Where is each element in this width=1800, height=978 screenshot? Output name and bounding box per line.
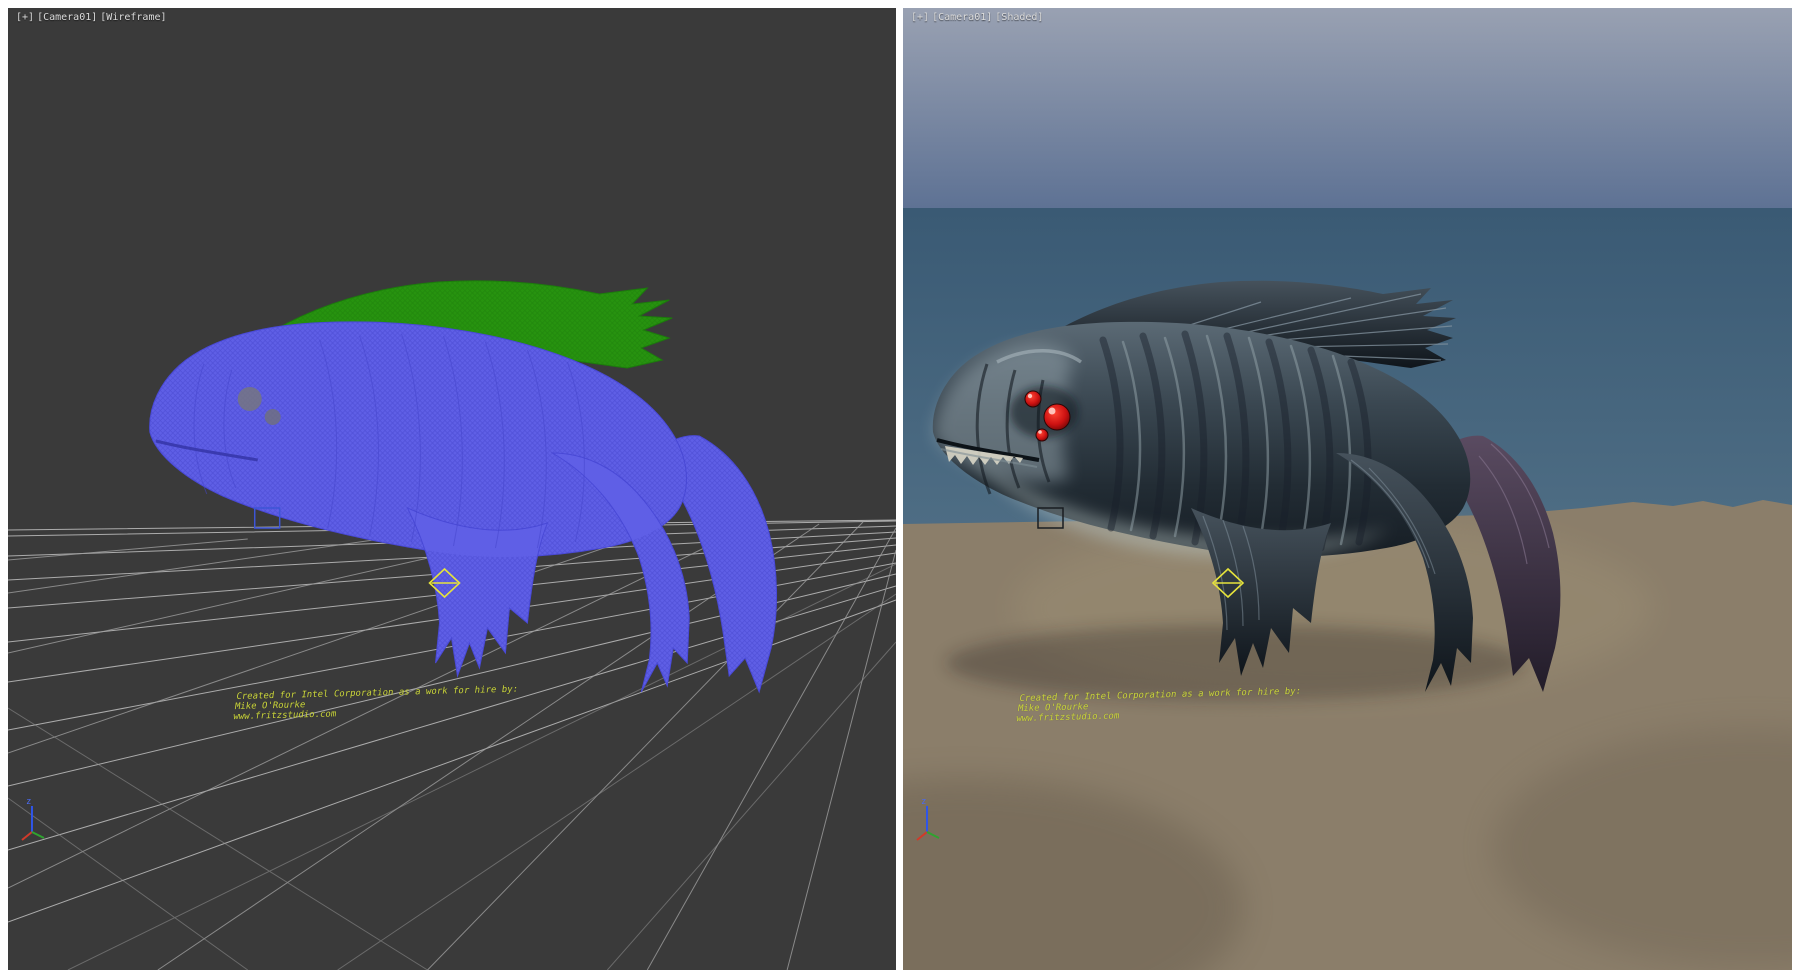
fish-eye-small bbox=[1036, 429, 1048, 441]
fish-eye-large-specular bbox=[1049, 408, 1056, 415]
viewport-menu-shading[interactable]: [Wireframe] bbox=[100, 12, 166, 23]
viewport-canvas-wireframe[interactable]: z bbox=[8, 8, 896, 970]
viewport-menu-general[interactable]: [+] bbox=[911, 12, 929, 23]
fish-eye-medium bbox=[1025, 391, 1041, 407]
viewport-menu-shading[interactable]: [Shaded] bbox=[995, 12, 1043, 23]
fish-eye-large bbox=[238, 387, 262, 411]
viewport-menu-pov[interactable]: [Camera01] bbox=[932, 12, 992, 23]
viewport-menu-pov[interactable]: [Camera01] bbox=[37, 12, 97, 23]
fish-eye-small bbox=[265, 409, 281, 425]
sky bbox=[903, 8, 1792, 208]
axis-z-label: z bbox=[26, 797, 31, 807]
viewport-wireframe[interactable]: [+] [Camera01] [Wireframe] bbox=[8, 8, 896, 970]
viewport-shaded[interactable]: [+] [Camera01] [Shaded] bbox=[903, 8, 1792, 970]
axis-z-label: z bbox=[921, 797, 926, 807]
viewport-label-right: [+] [Camera01] [Shaded] bbox=[911, 12, 1043, 23]
viewport-menu-general[interactable]: [+] bbox=[16, 12, 34, 23]
viewport-canvas-shaded[interactable]: z bbox=[903, 8, 1792, 970]
viewport-label-left: [+] [Camera01] [Wireframe] bbox=[16, 12, 167, 23]
fish-eye-large bbox=[1044, 404, 1070, 430]
fish-eye-small-specular bbox=[1038, 430, 1042, 434]
fish-eye-medium-specular bbox=[1028, 394, 1032, 398]
application-window: [+] [Camera01] [Wireframe] bbox=[0, 0, 1800, 978]
